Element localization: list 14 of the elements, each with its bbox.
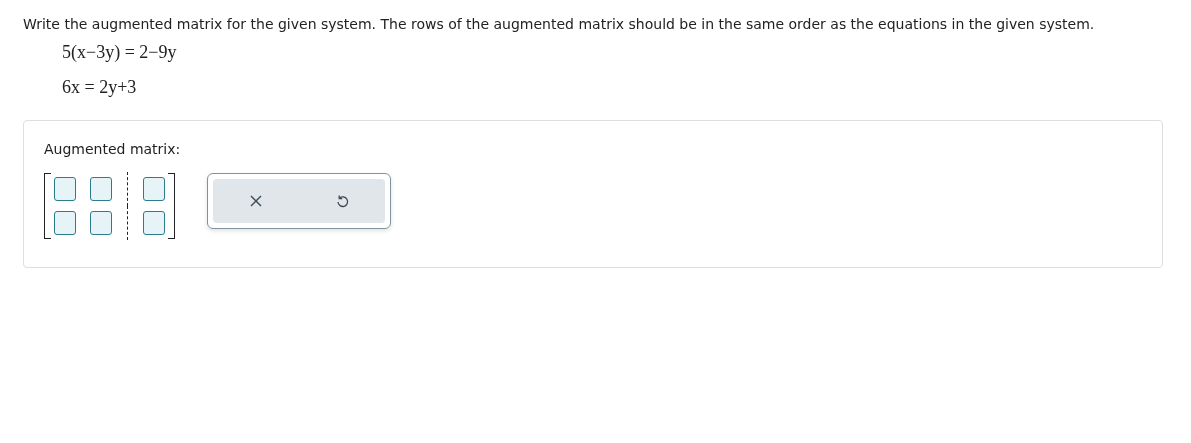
clear-icon (249, 194, 263, 208)
coefficient-input[interactable] (90, 211, 112, 235)
undo-icon (335, 194, 349, 208)
coefficient-input[interactable] (54, 177, 76, 201)
left-bracket (44, 173, 51, 239)
coefficient-input[interactable] (90, 177, 112, 201)
right-bracket (168, 173, 175, 239)
answer-label: Augmented matrix: (44, 141, 182, 157)
instructions-text: Write the augmented matrix for the given system. The rows of the augmented matrix should be in the same order as the equations in the given system. (23, 16, 1096, 32)
equation: 6x = 2y+3 (62, 77, 137, 98)
equation: 5(x−3y) = 2−9y (62, 42, 177, 63)
constant-input[interactable] (143, 177, 165, 201)
coefficient-input[interactable] (54, 211, 76, 235)
constant-input[interactable] (143, 211, 165, 235)
